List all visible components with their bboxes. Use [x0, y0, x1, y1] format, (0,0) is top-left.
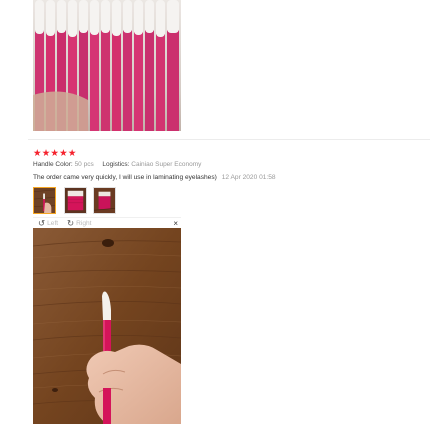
review-thumbnail-1[interactable]	[33, 187, 56, 214]
logistics-value: Cainiao Super Economy	[131, 161, 202, 168]
review-thumbnail-2[interactable]	[64, 187, 87, 214]
thumbnail-image	[34, 188, 55, 213]
image-viewer-toolbar: ↺ Left ↻ Right ×	[33, 217, 181, 228]
thumbnail-image	[65, 188, 86, 213]
feedback-text: The order came very quickly, I will use …	[33, 174, 217, 181]
handle-color-label: Handle Color:	[33, 161, 73, 168]
enlarged-review-photo[interactable]	[33, 228, 181, 424]
mascara-wands-bundle-image	[33, 0, 181, 131]
review-divider	[28, 139, 430, 140]
review-meta: Handle Color: 50 pcs Logistics: Cainiao …	[33, 160, 201, 169]
thumbnail-image	[94, 188, 115, 213]
review-feedback: The order came very quickly, I will use …	[33, 173, 276, 182]
lash-wand-in-hand-image	[33, 228, 181, 424]
review-thumbnail-3[interactable]	[93, 187, 116, 214]
handle-color-value: 50 pcs	[74, 161, 94, 168]
previous-review-photo[interactable]	[33, 0, 181, 131]
review-date: 12 Apr 2020 01:58	[221, 174, 276, 181]
logistics-label: Logistics:	[102, 161, 130, 168]
rating-stars: ★★★★★	[33, 148, 77, 159]
